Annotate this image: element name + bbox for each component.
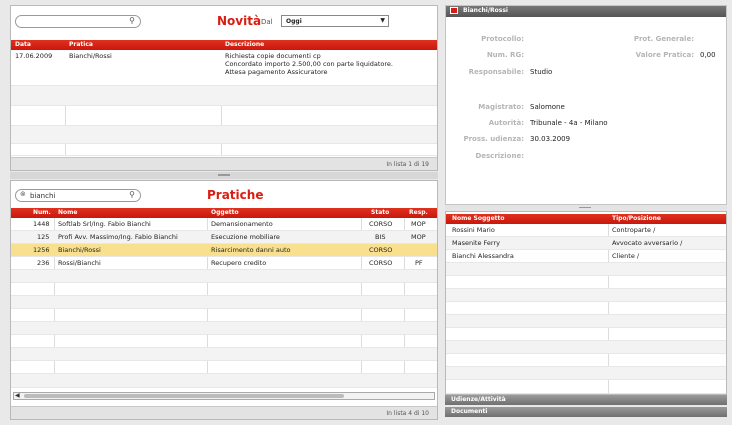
pratiche-table-header: Num. Nome Oggetto Stato Resp. bbox=[11, 208, 437, 218]
pratiche-count: In lista 4 di 10 bbox=[386, 410, 429, 417]
col-descrizione[interactable]: Descrizione bbox=[225, 41, 264, 48]
table-row bbox=[446, 367, 726, 380]
field-valore-pratica: Valore Pratica: 0,00 bbox=[635, 51, 716, 59]
table-row bbox=[446, 263, 726, 276]
table-row bbox=[11, 283, 437, 296]
col-stato[interactable]: Stato bbox=[371, 209, 389, 216]
detail-panel: Bianchi/Rossi Protocollo: Prot. Generale… bbox=[445, 5, 727, 205]
col-tipo-posizione[interactable]: Tipo/Posizione bbox=[612, 215, 661, 222]
table-row bbox=[446, 302, 726, 315]
table-row bbox=[11, 322, 437, 335]
table-row bbox=[446, 315, 726, 328]
field-magistrato: Magistrato: Salomone bbox=[478, 103, 565, 111]
cell-desc-line2: Concordato importo 2.500,00 con parte li… bbox=[225, 60, 393, 68]
cell-desc-line1: Richiesta copie documenti cp bbox=[225, 52, 321, 60]
table-row bbox=[446, 354, 726, 367]
dal-label: Dal bbox=[261, 18, 273, 26]
table-row[interactable]: 17.06.2009 Bianchi/Rossi Richiesta copie… bbox=[11, 50, 437, 86]
search-icon[interactable]: ⚲ bbox=[129, 16, 135, 25]
soggetti-panel: Nome Soggetto Tipo/Posizione Rossini Mar… bbox=[445, 211, 727, 395]
table-row[interactable]: Rossini Mario Controparte / bbox=[446, 224, 726, 237]
col-nome-soggetto[interactable]: Nome Soggetto bbox=[452, 215, 505, 222]
col-pratica[interactable]: Pratica bbox=[69, 41, 93, 48]
search-icon[interactable]: ⚲ bbox=[129, 190, 135, 199]
col-num[interactable]: Num. bbox=[33, 209, 51, 216]
table-row-selected[interactable]: 1256 Bianchi/Rossi Risarcimento danni au… bbox=[11, 244, 437, 257]
novita-title: Novità bbox=[217, 14, 262, 28]
novita-table-body: 17.06.2009 Bianchi/Rossi Richiesta copie… bbox=[11, 50, 437, 156]
table-row bbox=[11, 309, 437, 322]
novita-table-header: Data Pratica Descrizione bbox=[11, 40, 437, 50]
table-row bbox=[446, 328, 726, 341]
table-row bbox=[11, 335, 437, 348]
table-row bbox=[11, 361, 437, 374]
pratiche-panel: ⊗ bianchi ⚲ Pratiche Num. Nome Oggetto S… bbox=[10, 180, 438, 420]
table-row[interactable]: 1448 Softlab Srl/Ing. Fabio Bianchi Dema… bbox=[11, 218, 437, 231]
pratiche-search-input[interactable]: ⊗ bianchi ⚲ bbox=[15, 189, 141, 202]
novita-footer: In lista 1 di 19 bbox=[11, 157, 437, 170]
soggetti-table-body: Rossini Mario Controparte / Masenite Fer… bbox=[446, 224, 726, 394]
pratiche-footer: In lista 4 di 10 bbox=[11, 406, 437, 419]
table-row bbox=[446, 276, 726, 289]
table-row[interactable]: Bianchi Alessandra Cliente / bbox=[446, 250, 726, 263]
scroll-left-icon[interactable]: ◀ bbox=[15, 392, 20, 399]
field-num-rg: Num. RG: bbox=[486, 51, 524, 59]
table-row bbox=[11, 270, 437, 283]
tab-udienze-attivita[interactable]: Udienze/Attività bbox=[445, 395, 727, 405]
field-descrizione: Descrizione: bbox=[475, 152, 524, 160]
table-row bbox=[446, 289, 726, 302]
novita-count: In lista 1 di 19 bbox=[386, 161, 429, 168]
table-row bbox=[446, 341, 726, 354]
table-row bbox=[11, 144, 437, 156]
splitter-handle[interactable] bbox=[10, 172, 438, 179]
table-row[interactable]: Masenite Ferry Avvocato avversario / bbox=[446, 237, 726, 250]
clear-icon[interactable]: ⊗ bbox=[20, 190, 26, 198]
col-data[interactable]: Data bbox=[15, 41, 31, 48]
novita-search-input[interactable]: ⚲ bbox=[15, 15, 141, 28]
tab-documenti[interactable]: Documenti bbox=[445, 407, 727, 417]
folder-icon bbox=[450, 7, 458, 14]
pratiche-table-body: 1448 Softlab Srl/Ing. Fabio Bianchi Dema… bbox=[11, 218, 437, 388]
table-row bbox=[11, 296, 437, 309]
scroll-thumb[interactable] bbox=[24, 394, 344, 398]
soggetti-table-header: Nome Soggetto Tipo/Posizione bbox=[446, 214, 726, 224]
field-pross-udienza: Pross. udienza: 30.03.2009 bbox=[463, 135, 571, 143]
table-row bbox=[11, 348, 437, 361]
field-autorita: Autorità: Tribunale - 4a - Milano bbox=[488, 119, 608, 127]
table-row[interactable]: 125 Profi Avv. Massimo/Ing. Fabio Bianch… bbox=[11, 231, 437, 244]
col-resp[interactable]: Resp. bbox=[409, 209, 428, 216]
period-select[interactable]: Oggi ▼ bbox=[281, 15, 389, 27]
table-row[interactable]: 236 Rossi/Bianchi Recupero credito CORSO… bbox=[11, 257, 437, 270]
field-protocollo: Protocollo: bbox=[481, 35, 524, 43]
grip-icon bbox=[218, 174, 230, 176]
novita-panel: ⚲ Novità Dal Oggi ▼ Data Pratica Descriz… bbox=[10, 5, 438, 171]
horizontal-scrollbar[interactable]: ◀ bbox=[13, 392, 435, 400]
field-prot-generale: Prot. Generale: bbox=[633, 35, 694, 43]
cell-data: 17.06.2009 bbox=[15, 52, 53, 60]
table-row bbox=[11, 106, 437, 126]
cell-pratica: Bianchi/Rossi bbox=[69, 52, 112, 60]
cell-desc-line3: Attesa pagamento Assicuratore bbox=[225, 68, 328, 76]
grip-icon bbox=[579, 207, 591, 208]
table-row bbox=[11, 126, 437, 144]
field-responsabile: Responsabile: Studio bbox=[468, 68, 553, 76]
table-row bbox=[446, 380, 726, 394]
col-nome[interactable]: Nome bbox=[58, 209, 77, 216]
detail-header: Bianchi/Rossi bbox=[446, 6, 726, 17]
chevron-down-icon: ▼ bbox=[380, 17, 385, 24]
table-row bbox=[11, 374, 437, 388]
pratiche-title: Pratiche bbox=[207, 188, 264, 202]
detail-header-title: Bianchi/Rossi bbox=[463, 7, 508, 14]
table-row bbox=[11, 86, 437, 106]
col-oggetto[interactable]: Oggetto bbox=[211, 209, 239, 216]
